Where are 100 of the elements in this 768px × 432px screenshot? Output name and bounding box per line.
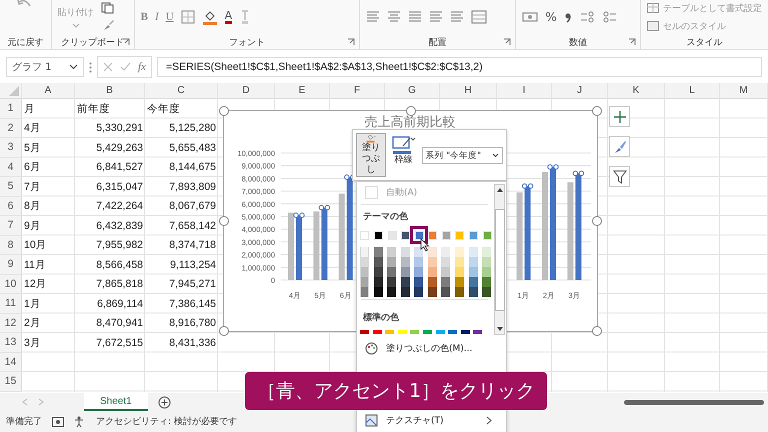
color-swatch[interactable] [428,287,437,297]
currency-format-icon[interactable] [522,11,538,23]
color-swatch[interactable] [441,267,450,277]
resize-handle[interactable] [219,216,229,226]
color-swatch[interactable] [387,267,396,277]
plus-icon[interactable] [612,110,626,124]
column-header[interactable]: H [440,83,497,99]
resize-handle[interactable] [219,106,229,116]
row-header[interactable]: 4 [0,158,22,177]
color-swatch[interactable] [400,277,410,287]
color-swatch[interactable] [410,330,420,334]
dialog-launcher-icon[interactable] [628,38,636,46]
row-header[interactable]: 11 [0,294,22,314]
filter-button[interactable] [609,166,630,187]
scroll-down-icon[interactable] [496,326,504,332]
color-swatch[interactable] [400,287,410,297]
name-box[interactable]: グラフ 1 [6,57,84,77]
row-header[interactable]: 12 [0,314,22,333]
color-swatch[interactable] [387,257,396,267]
color-swatch[interactable] [414,287,424,297]
scroll-up-icon[interactable] [496,187,504,193]
percent-button[interactable]: % [545,10,557,24]
column-header[interactable]: L [665,83,720,99]
horizontal-scrollbar[interactable] [624,400,764,404]
row-header[interactable]: 13 [0,333,22,352]
color-swatch[interactable] [428,277,437,287]
chart-style-button[interactable] [609,136,630,157]
column-header[interactable]: A [22,83,75,99]
row-header[interactable]: 3 [0,138,22,158]
dialog-launcher-icon[interactable] [347,38,356,46]
color-swatch[interactable] [482,267,492,277]
column-header[interactable]: C [145,83,218,99]
color-swatch[interactable] [422,330,432,334]
color-swatch[interactable] [482,247,492,257]
color-swatch[interactable] [414,277,424,287]
cancel-icon[interactable] [103,62,113,72]
column-header[interactable]: J [552,83,608,99]
column-header[interactable]: K [608,83,665,99]
scroll-thumb[interactable] [494,208,504,310]
color-swatch[interactable] [387,247,396,257]
color-swatch[interactable] [428,257,437,267]
bar[interactable] [575,173,582,280]
color-swatch[interactable] [374,287,383,297]
copy-icon[interactable] [100,2,115,14]
color-swatch[interactable] [360,330,369,334]
color-swatch[interactable] [374,257,383,267]
resize-handle[interactable] [592,216,602,226]
row-header[interactable]: 1 [0,99,22,118]
color-swatch[interactable] [374,267,383,277]
color-swatch[interactable] [400,247,410,257]
column-header[interactable]: F [330,83,385,99]
table-format-icon[interactable] [647,3,659,13]
color-swatch[interactable] [414,230,424,240]
row-header[interactable]: 9 [0,255,22,274]
chevron-icon[interactable] [492,153,499,158]
color-swatch[interactable] [460,330,470,334]
column-header[interactable]: B [75,83,145,99]
row-header[interactable]: 6 [0,196,22,216]
comma-style-icon[interactable] [564,11,572,23]
color-swatch[interactable] [441,247,450,257]
column-header[interactable]: G [385,83,440,99]
color-swatch[interactable] [385,330,394,334]
color-swatch[interactable] [374,277,383,287]
accessibility-icon[interactable] [74,416,86,428]
insert-function-button[interactable]: fx [138,61,146,73]
dialog-launcher-icon[interactable] [503,38,512,46]
font-color-button[interactable]: A [224,10,232,24]
chevron-icon[interactable] [69,64,78,70]
add-element-button[interactable] [609,106,630,127]
checkmark-icon[interactable] [120,62,131,72]
color-swatch[interactable] [400,267,410,277]
resize-handle[interactable] [406,106,416,116]
color-swatch[interactable] [455,230,464,240]
brush-icon[interactable] [612,140,626,154]
dialog-launcher-icon[interactable] [122,38,130,46]
color-swatch[interactable] [468,287,478,297]
resize-handle[interactable] [592,326,602,336]
color-swatch[interactable] [482,257,492,267]
series-dropdown[interactable]: 系列 "今年度" [422,147,503,164]
selection-handle-icon[interactable] [572,170,584,176]
color-swatch[interactable] [454,247,464,257]
color-swatch[interactable] [388,230,397,240]
color-swatch[interactable] [428,267,437,277]
resize-handle[interactable] [219,326,229,336]
color-swatch[interactable] [468,230,478,240]
color-swatch[interactable] [414,247,424,257]
align-icon[interactable] [450,11,464,23]
color-swatch[interactable] [468,277,478,287]
color-swatch[interactable] [468,257,478,267]
macro-recording-icon[interactable] [52,416,64,426]
row-header[interactable]: 14 [0,352,22,372]
accessibility-status[interactable]: アクセシビリティ: 検討が必要です [96,415,237,428]
outline-button[interactable]: 枠線 [388,133,419,177]
filter-icon[interactable] [612,170,626,184]
resize-handle[interactable] [592,106,602,116]
increase-decimal-icon[interactable] [578,10,595,24]
fill-color-icon[interactable] [202,9,218,25]
row-header[interactable]: 5 [0,177,22,196]
align-icon[interactable] [387,11,402,23]
color-swatch[interactable] [454,267,464,277]
